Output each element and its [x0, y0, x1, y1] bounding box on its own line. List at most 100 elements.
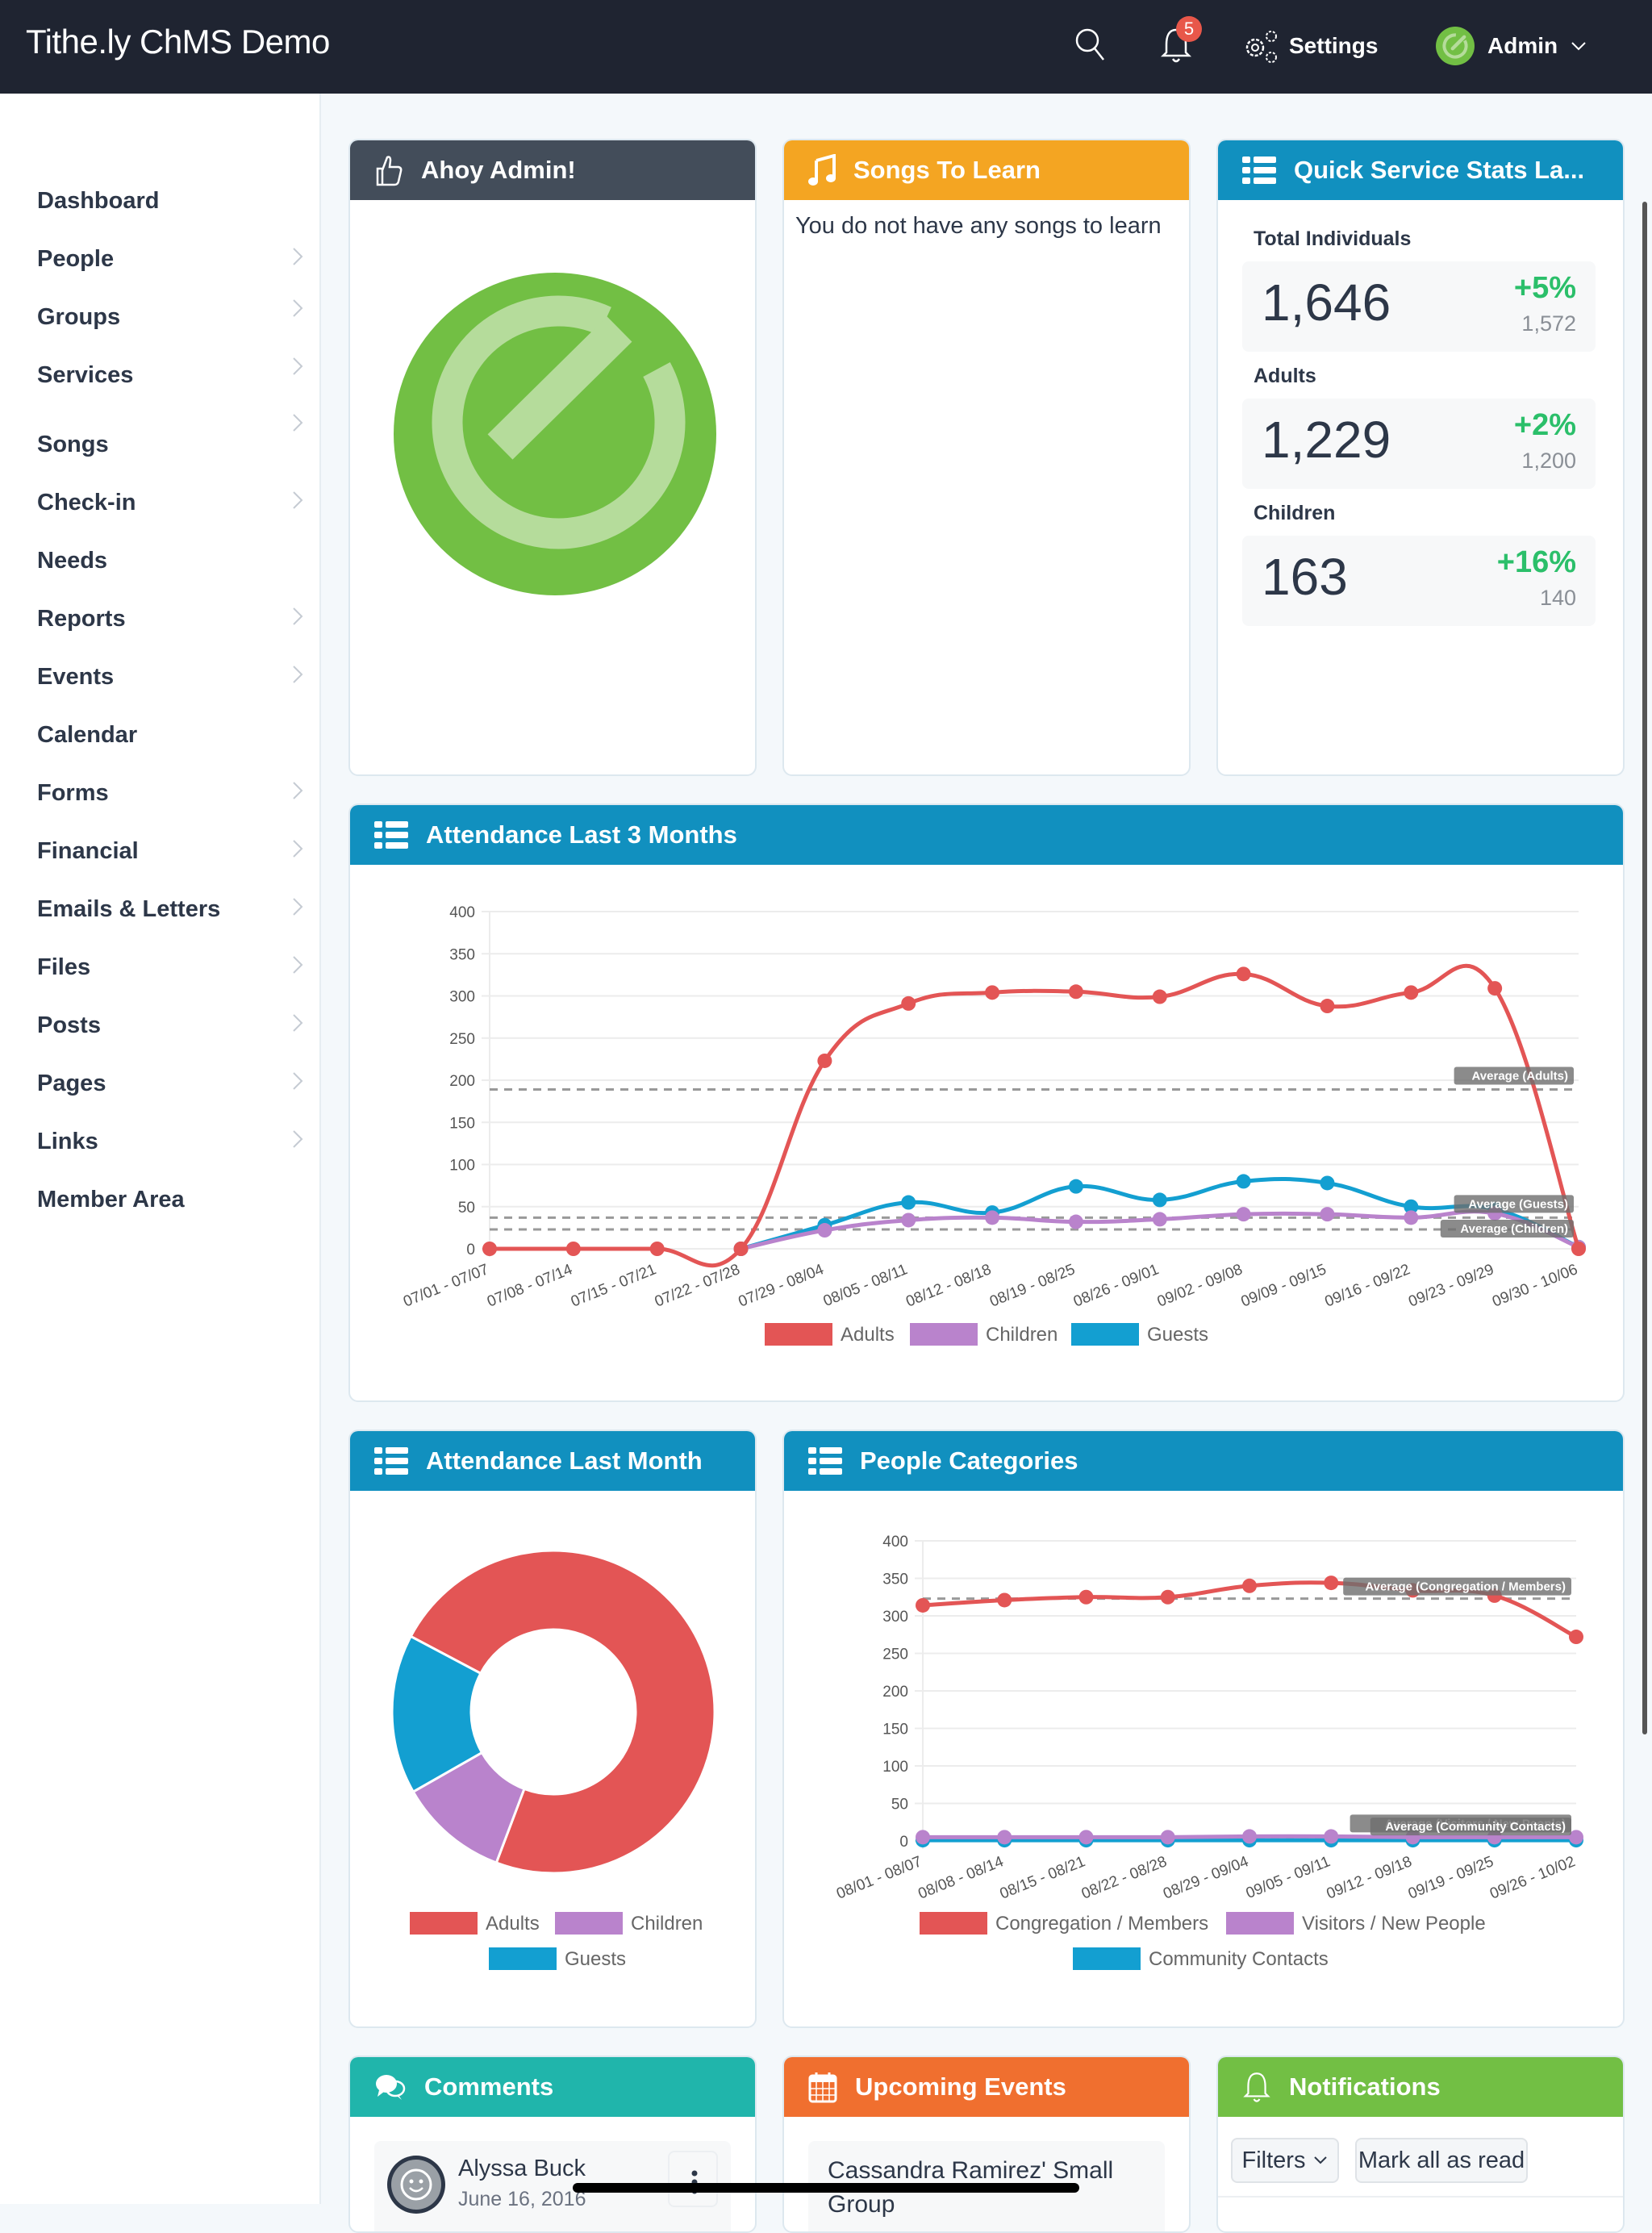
kebab-menu-icon: [691, 2170, 698, 2194]
stat-change: +5%: [1513, 271, 1576, 305]
stat-change: +16%: [1496, 545, 1576, 579]
sidebar-item-calendar[interactable]: Calendar: [37, 715, 303, 755]
data-point: [1320, 999, 1335, 1014]
average-label: Average (Community Contacts): [1385, 1820, 1566, 1834]
x-tick-label: 08/12 - 08/18: [903, 1261, 994, 1310]
sidebar-item-label: Pages: [37, 1070, 106, 1096]
legend-label: Visitors / New People: [1302, 1913, 1486, 1935]
settings-label: Settings: [1289, 33, 1379, 58]
app-title[interactable]: Tithe.ly ChMS Demo: [26, 23, 330, 61]
sidebar-item-member-area[interactable]: Member Area: [37, 1179, 303, 1220]
x-tick-label: 08/15 - 08/21: [998, 1853, 1088, 1902]
comments-icon: [376, 2075, 406, 2100]
legend-label: Adults: [486, 1913, 540, 1935]
data-point: [901, 995, 916, 1011]
list-icon: [374, 821, 408, 849]
people-categories-card-header: People Categories: [784, 1431, 1623, 1491]
chevron-right-icon: [292, 411, 303, 439]
mark-all-read-button[interactable]: Mark all as read: [1355, 2138, 1528, 2183]
people-categories-chart: 05010015020025030035040008/01 - 08/0708/…: [834, 1534, 1583, 1970]
user-menu-button[interactable]: Admin: [1436, 24, 1587, 68]
stat-box: 1,646 +5% 1,572: [1242, 261, 1596, 352]
list-icon: [1242, 157, 1276, 184]
notifications-card: Notifications Filters Mark all as read: [1216, 2056, 1625, 2233]
data-point: [1068, 1179, 1083, 1194]
sidebar-item-people[interactable]: People: [37, 239, 303, 279]
sidebar-item-check-in[interactable]: Check-in: [37, 482, 303, 523]
comments-card-header: Comments: [350, 2057, 755, 2117]
data-point: [1078, 1830, 1094, 1845]
sidebar-item-pages[interactable]: Pages: [37, 1063, 303, 1104]
data-point: [1152, 1212, 1167, 1227]
chevron-right-icon: [292, 297, 303, 324]
data-point: [1569, 1630, 1583, 1645]
data-point: [916, 1597, 930, 1613]
sidebar-item-events[interactable]: Events: [37, 657, 303, 697]
y-tick-label: 300: [882, 1609, 908, 1626]
comment-menu-button[interactable]: [668, 2151, 718, 2207]
chevron-right-icon: [292, 895, 303, 923]
attendance-month-card: Attendance Last Month Adults Children Gues…: [348, 1430, 757, 2028]
x-tick-label: 09/12 - 09/18: [1325, 1853, 1415, 1902]
average-label: Average (Adults): [1472, 1069, 1568, 1083]
quick-stats-card-title[interactable]: Quick Service Stats La...: [1294, 156, 1584, 185]
quick-stats-card: Quick Service Stats La... Total Individu…: [1216, 139, 1625, 776]
songs-card-header: Songs To Learn: [784, 140, 1189, 200]
data-point: [817, 1053, 832, 1068]
average-label: Average (Children): [1460, 1222, 1568, 1236]
attendance-3m-card-header: Attendance Last 3 Months: [350, 805, 1623, 865]
sidebar-item-needs[interactable]: Needs: [37, 541, 303, 581]
welcome-card-header: Ahoy Admin!: [350, 140, 755, 200]
comment-author[interactable]: Alyssa Buck: [458, 2156, 586, 2182]
notification-count-badge: 5: [1176, 16, 1202, 42]
data-point: [1404, 985, 1419, 1000]
page-scrollbar[interactable]: [1642, 202, 1647, 1734]
data-point: [1068, 984, 1083, 1000]
welcome-card-title: Ahoy Admin!: [421, 156, 576, 184]
top-navbar: Tithe.ly ChMS Demo 5 Settings Admin: [0, 0, 1652, 94]
calendar-icon: [808, 2072, 837, 2103]
bell-icon: [1243, 2072, 1270, 2102]
x-tick-label: 08/19 - 08/25: [987, 1261, 1078, 1310]
sidebar-item-emails-letters[interactable]: Emails & Letters: [37, 889, 303, 929]
x-tick-label: 08/05 - 08/11: [821, 1261, 910, 1310]
filters-dropdown[interactable]: Filters: [1231, 2138, 1339, 2183]
average-label: Average (Congregation / Members): [1365, 1580, 1566, 1594]
legend-label: Congregation / Members: [995, 1913, 1208, 1935]
sidebar-item-reports[interactable]: Reports: [37, 599, 303, 639]
stat-previous: 1,200: [1521, 449, 1576, 473]
songs-card: Songs To Learn You do not have any songs…: [782, 139, 1191, 776]
sidebar-item-services[interactable]: Services: [37, 355, 303, 395]
data-point: [901, 1212, 916, 1228]
sidebar-item-label: Songs: [37, 431, 109, 457]
sidebar-item-dashboard[interactable]: Dashboard: [37, 181, 303, 221]
sidebar-item-posts[interactable]: Posts: [37, 1005, 303, 1046]
sidebar-item-label: Services: [37, 361, 134, 388]
stat-label: Children: [1254, 502, 1336, 524]
sidebar-item-forms[interactable]: Forms: [37, 773, 303, 813]
sidebar-item-label: Member Area: [37, 1186, 185, 1212]
y-tick-label: 350: [449, 946, 475, 963]
sidebar: Dashboard People Groups Services Songs Check-…: [0, 94, 321, 2204]
legend-swatch: [410, 1912, 478, 1935]
chevron-right-icon: [292, 489, 303, 516]
filters-label: Filters: [1241, 2147, 1306, 2173]
gears-icon: [1245, 31, 1277, 63]
sidebar-item-label: Posts: [37, 1012, 101, 1038]
chevron-right-icon: [292, 954, 303, 981]
search-button[interactable]: [1073, 27, 1108, 63]
sidebar-item-groups[interactable]: Groups: [37, 297, 303, 337]
sidebar-item-financial[interactable]: Financial: [37, 831, 303, 871]
y-tick-label: 300: [449, 989, 475, 1006]
stat-previous: 1,572: [1521, 311, 1576, 336]
sidebar-item-links[interactable]: Links: [37, 1121, 303, 1162]
legend-swatch: [1226, 1912, 1294, 1935]
y-tick-label: 0: [466, 1242, 475, 1258]
sidebar-item-files[interactable]: Files: [37, 947, 303, 987]
x-tick-label: 09/09 - 09/15: [1239, 1261, 1329, 1310]
x-tick-label: 07/29 - 08/04: [736, 1261, 827, 1311]
settings-button[interactable]: Settings: [1241, 26, 1378, 66]
y-tick-label: 250: [449, 1031, 475, 1048]
sidebar-item-songs[interactable]: Songs: [37, 414, 303, 465]
data-point: [916, 1830, 930, 1845]
